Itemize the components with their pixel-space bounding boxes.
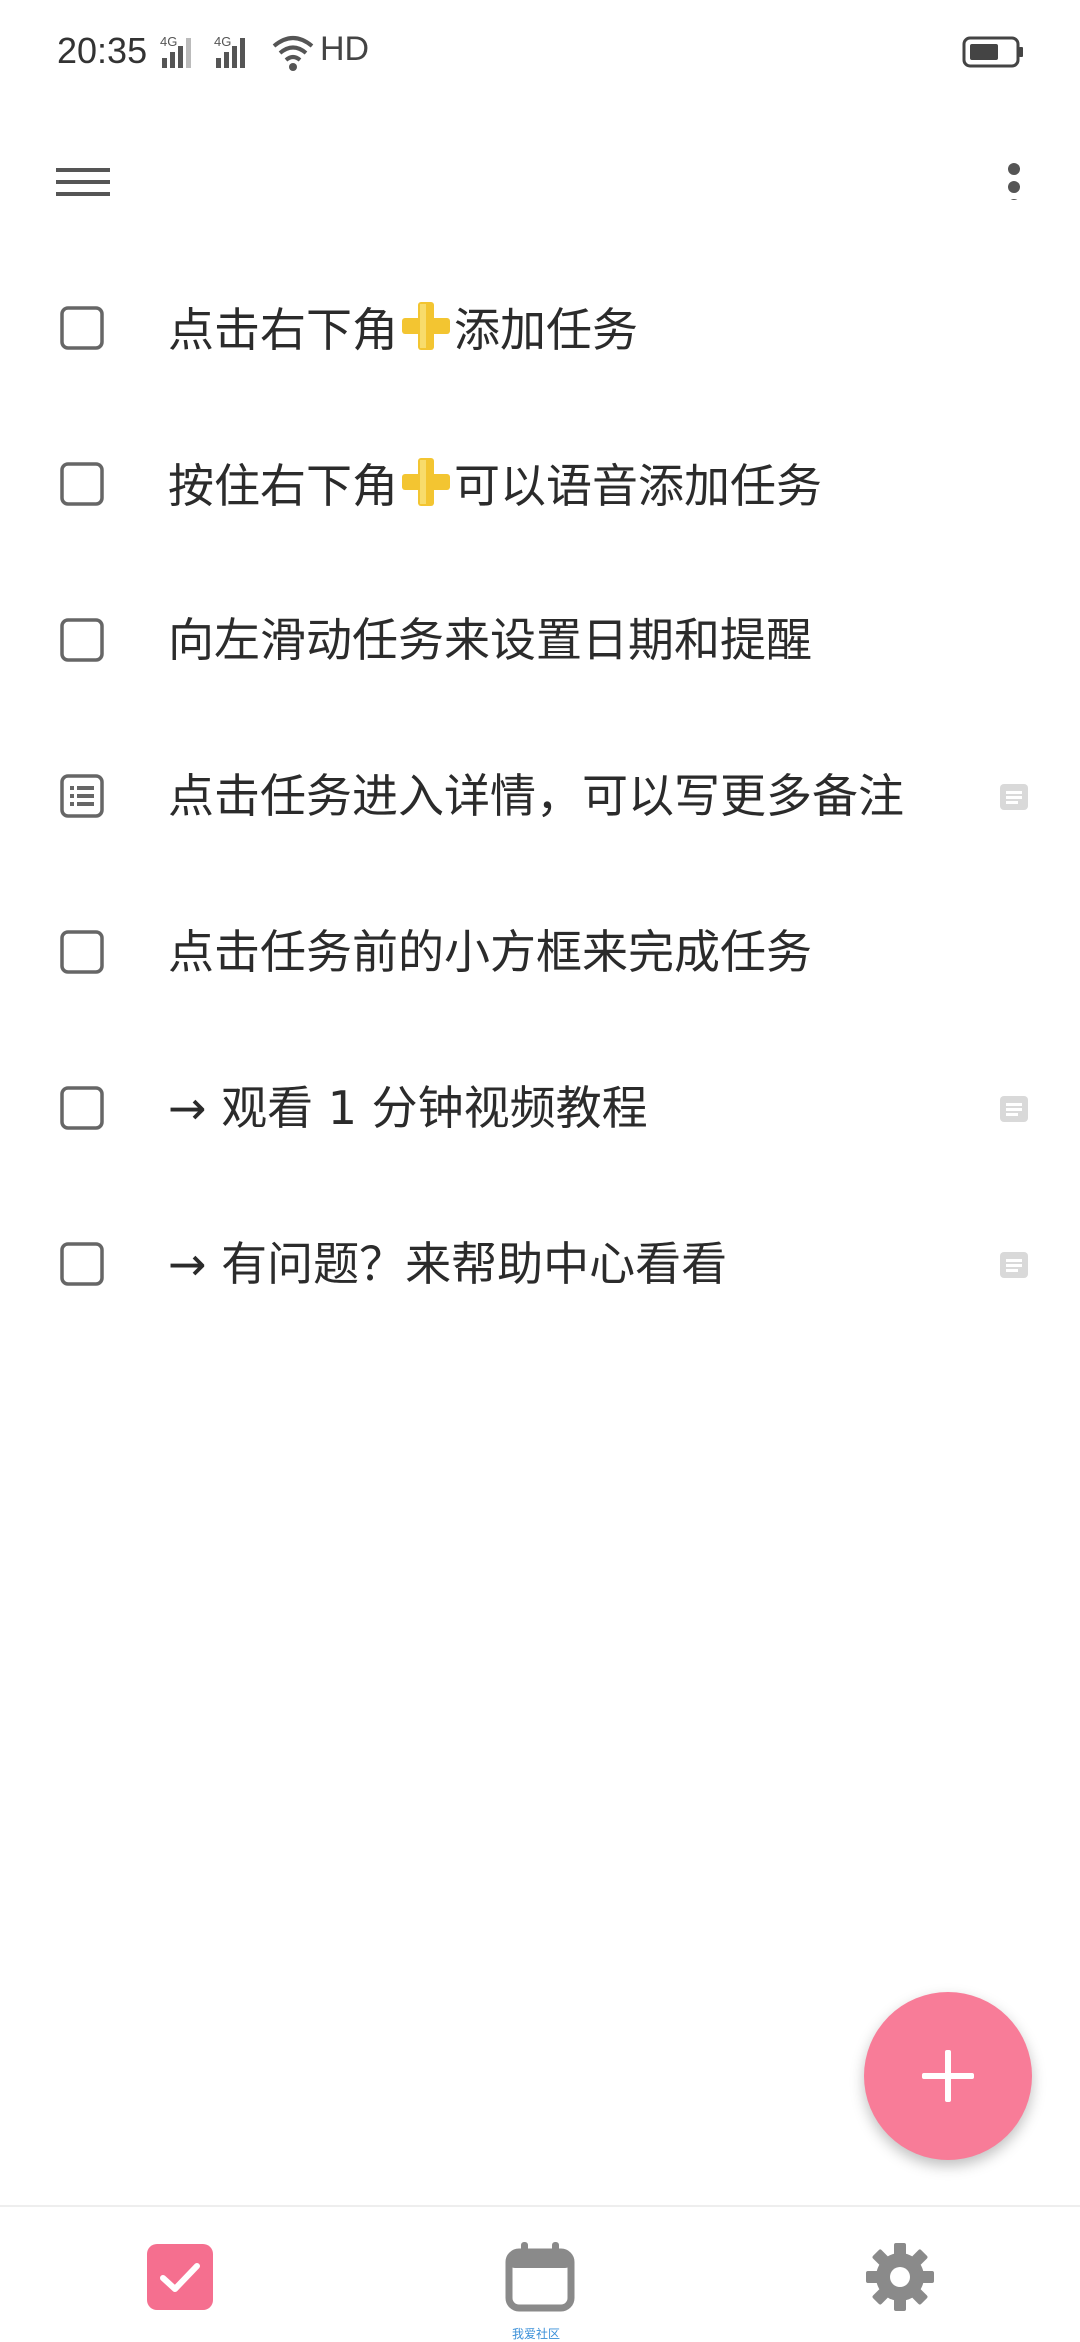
nav-tasks[interactable] [145, 2242, 215, 2312]
menu-button[interactable] [48, 140, 118, 200]
task-row[interactable]: 点击任务进入详情，可以写更多备注 [0, 730, 1080, 886]
task-row[interactable]: 按住右下角 可以语音添加任务 [0, 418, 1080, 574]
nav-settings[interactable] [865, 2242, 935, 2312]
calendar-icon [505, 2242, 575, 2312]
hd-indicator: HD [320, 30, 370, 68]
task-title: 点击任务进入详情，可以写更多备注 [168, 769, 904, 823]
task-row[interactable]: → 观看 1 分钟视频教程 [0, 1042, 1080, 1198]
task-row[interactable]: → 有问题？来帮助中心看看 [0, 1198, 1080, 1354]
wifi-icon [272, 36, 314, 71]
task-title: → 观看 1 分钟视频教程 [168, 1081, 648, 1135]
checkbox-checked-icon [147, 2244, 213, 2310]
more-vertical-icon [1008, 163, 1020, 211]
calendar-caption: 我爱社区 [512, 2327, 561, 2341]
nav-calendar[interactable] [505, 2242, 575, 2312]
note-icon [1000, 1096, 1028, 1122]
checkbox-icon[interactable] [60, 930, 104, 974]
bottom-navigation: 我爱社区 [0, 2205, 1080, 2342]
checkbox-icon[interactable] [60, 306, 104, 350]
network-type-label-2: 4G [214, 34, 231, 49]
plus-emoji-icon [402, 458, 450, 506]
app-bar [0, 120, 1080, 220]
checkbox-icon[interactable] [60, 462, 104, 506]
checklist-checkbox-icon[interactable] [60, 774, 104, 818]
task-text-end: 添加任务 [454, 303, 638, 357]
status-bar: 20:35 4G 4G HD [0, 0, 1080, 110]
add-task-button[interactable] [864, 1992, 1032, 2160]
task-text-end: 可以语音添加任务 [454, 459, 822, 513]
task-title: → 有问题？来帮助中心看看 [168, 1237, 728, 1291]
network-type-label: 4G [160, 34, 177, 49]
more-options-button[interactable] [990, 140, 1040, 211]
task-row[interactable]: 点击右下角 添加任务 [0, 262, 1080, 418]
signal-strength-icon: 4G [160, 34, 191, 68]
task-row[interactable]: 点击任务前的小方框来完成任务 [0, 886, 1080, 1042]
task-title: 点击右下角 添加任务 [168, 298, 638, 360]
task-text-start: 点击右下角 [168, 303, 398, 357]
task-row[interactable]: 向左滑动任务来设置日期和提醒 [0, 574, 1080, 730]
note-icon [1000, 784, 1028, 810]
status-time: 20:35 [57, 30, 148, 71]
checkbox-icon[interactable] [60, 1086, 104, 1130]
note-icon [1000, 1252, 1028, 1278]
task-title: 点击任务前的小方框来完成任务 [168, 925, 812, 979]
task-list: 点击右下角 添加任务 按住右下角 可以语音添加任务 向左滑动任务来设置日期和提醒 点… [0, 262, 1080, 1354]
checkbox-icon[interactable] [60, 618, 104, 662]
task-text-start: 按住右下角 [168, 459, 398, 513]
plus-emoji-icon [402, 302, 450, 350]
task-title: 向左滑动任务来设置日期和提醒 [168, 613, 812, 667]
signal-strength-icon-2: 4G [214, 34, 245, 68]
hamburger-menu-icon [56, 168, 110, 196]
plus-icon [922, 2050, 974, 2102]
battery-icon [962, 36, 1023, 68]
task-title: 按住右下角 可以语音添加任务 [168, 454, 822, 516]
checkbox-icon[interactable] [60, 1242, 104, 1286]
gear-icon [866, 2243, 934, 2311]
